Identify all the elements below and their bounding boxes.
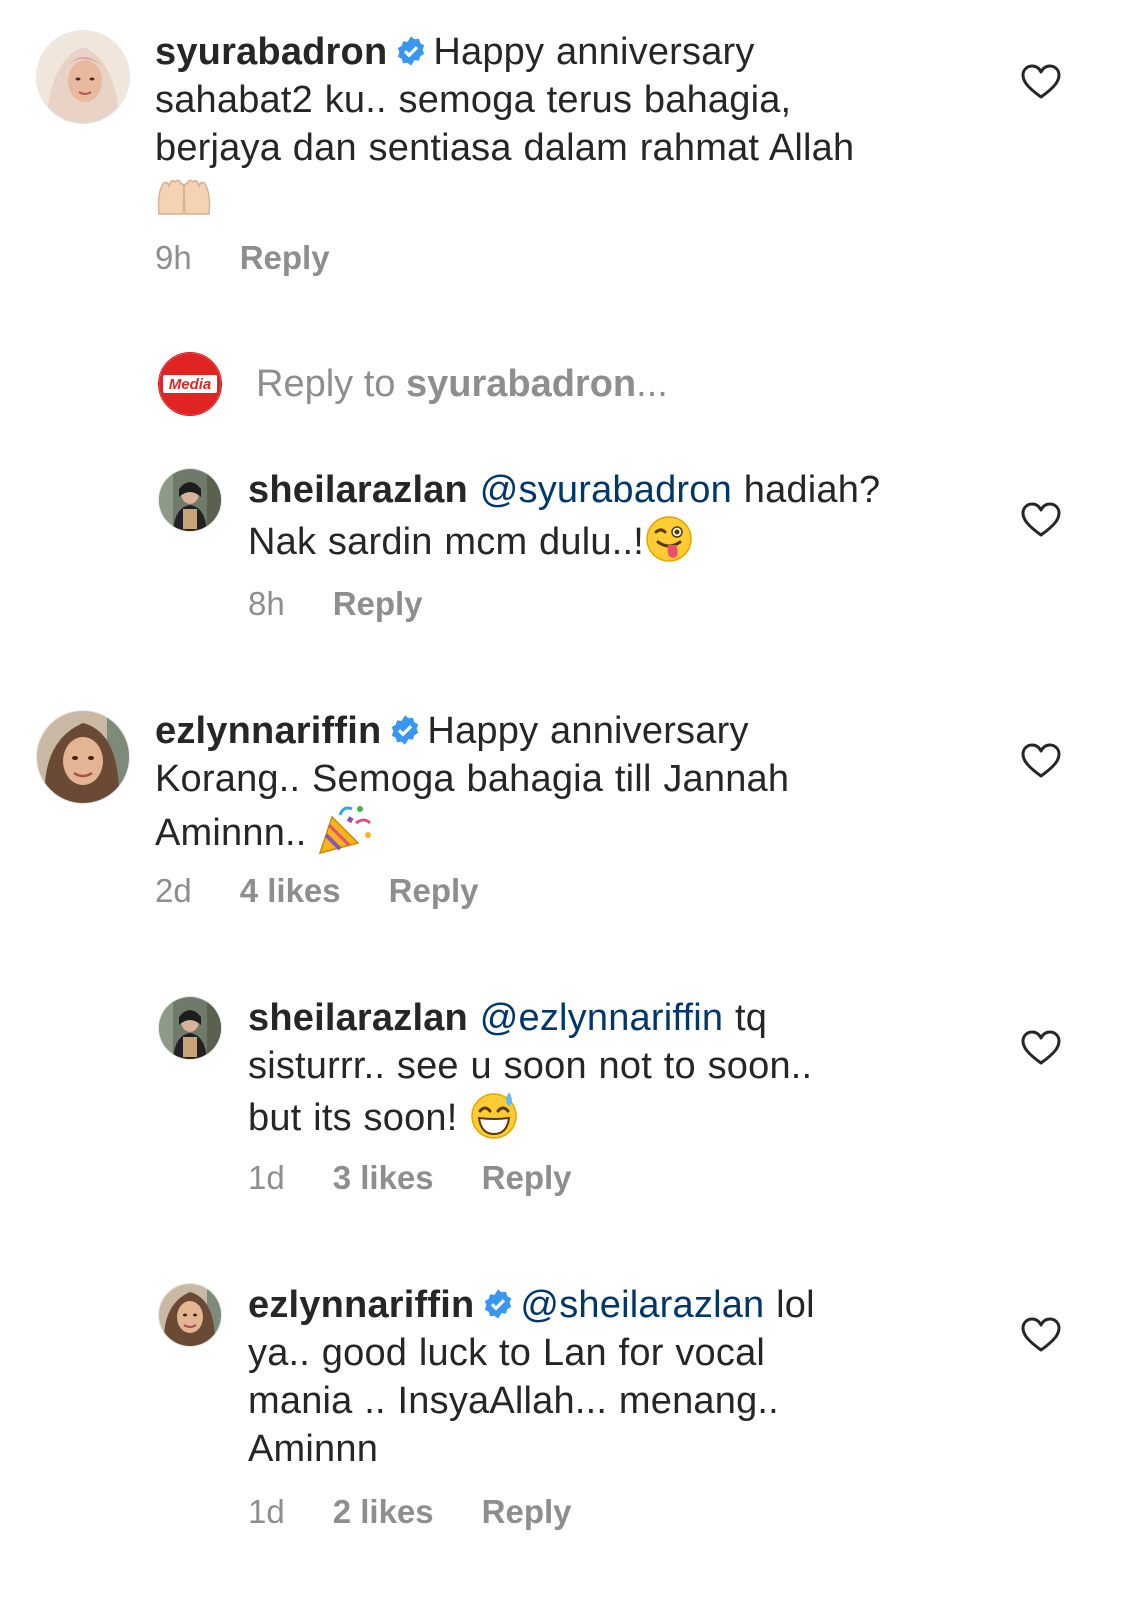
mention-link[interactable]: @sheilarazlan bbox=[520, 1284, 764, 1326]
comment-meta: 8h Reply bbox=[248, 584, 471, 624]
verified-badge-icon bbox=[485, 1289, 512, 1319]
grinning-sweat-emoji bbox=[471, 1092, 518, 1139]
winking-face-tongue-emoji bbox=[646, 516, 692, 562]
comment-time: 1d bbox=[248, 1159, 285, 1196]
comment-time: 9h bbox=[155, 239, 192, 276]
comment-text: sheilarazlan @syurabadron hadiah? Nak sa… bbox=[248, 466, 968, 566]
comment-line: berjaya dan sentiasa dalam rahmat Allah bbox=[155, 127, 855, 169]
comment-line: Aminnn bbox=[248, 1428, 379, 1470]
mention-link[interactable]: @ezlynnariffin bbox=[480, 997, 723, 1039]
verified-badge-icon bbox=[398, 36, 425, 66]
heart-outline-icon[interactable] bbox=[1021, 1030, 1061, 1066]
comment-meta: 1d 3 likes Reply bbox=[248, 1158, 620, 1198]
mention-link[interactable]: @syurabadron bbox=[480, 469, 732, 511]
avatar[interactable] bbox=[36, 710, 130, 804]
reply-placeholder[interactable]: Reply to syurabadron... bbox=[256, 360, 668, 408]
verified-badge-icon bbox=[392, 715, 419, 745]
comment-line: sisturrr.. see u soon not to soon.. bbox=[248, 1045, 813, 1087]
reply-input-row[interactable]: Media Reply to syurabadron... bbox=[0, 352, 1125, 420]
avatar[interactable] bbox=[158, 1283, 222, 1347]
comment-meta: 2d 4 likes Reply bbox=[155, 871, 527, 911]
heart-outline-icon[interactable] bbox=[1021, 743, 1061, 779]
avatar[interactable] bbox=[158, 468, 222, 532]
comment-time: 2d bbox=[155, 872, 192, 909]
comment-username[interactable]: sheilarazlan bbox=[248, 469, 468, 511]
comment-line: sahabat2 ku.. semoga terus bahagia, bbox=[155, 79, 792, 121]
comment-username[interactable]: ezlynnariffin bbox=[155, 710, 381, 752]
reply-button[interactable]: Reply bbox=[240, 238, 330, 278]
media-logo-text: Media bbox=[169, 376, 212, 393]
comment-line: lol bbox=[776, 1284, 815, 1326]
comment-text: ezlynnariffin Happy anniversary Korang.. … bbox=[155, 707, 975, 857]
comment-line: Aminnn.. bbox=[155, 812, 307, 854]
raising-hands-emoji bbox=[157, 179, 211, 215]
comment-line: mania .. InsyaAllah... menang.. bbox=[248, 1380, 779, 1422]
likes-count[interactable]: 3 likes bbox=[333, 1158, 434, 1198]
comment-time: 1d bbox=[248, 1493, 285, 1530]
comment-username[interactable]: ezlynnariffin bbox=[248, 1284, 474, 1326]
reply-button[interactable]: Reply bbox=[389, 871, 479, 911]
likes-count[interactable]: 4 likes bbox=[240, 871, 341, 911]
comment-line: but its soon! bbox=[248, 1097, 458, 1139]
avatar: Media bbox=[158, 352, 222, 416]
party-popper-emoji bbox=[319, 806, 372, 855]
heart-outline-icon[interactable] bbox=[1021, 1317, 1061, 1353]
heart-outline-icon[interactable] bbox=[1021, 502, 1061, 538]
comment-text: syurabadron Happy anniversary sahabat2 ku… bbox=[155, 28, 975, 220]
comment-text: sheilarazlan @ezlynnariffin tq sisturrr.… bbox=[248, 994, 968, 1142]
reply-button[interactable]: Reply bbox=[333, 584, 423, 624]
comment-username[interactable]: sheilarazlan bbox=[248, 997, 468, 1039]
reply-button[interactable]: Reply bbox=[482, 1492, 572, 1532]
comment-line: Happy anniversary bbox=[433, 31, 755, 73]
comment-line: Nak sardin mcm dulu..! bbox=[248, 521, 644, 563]
comment-line: Korang.. Semoga bahagia till Jannah bbox=[155, 758, 790, 800]
comment-line: tq bbox=[734, 997, 768, 1039]
comment-text: ezlynnariffin @sheilarazlan lol ya.. good… bbox=[248, 1281, 968, 1473]
avatar[interactable] bbox=[158, 996, 222, 1060]
comment-line: Happy anniversary bbox=[427, 710, 749, 752]
comment-line: ya.. good luck to Lan for vocal bbox=[248, 1332, 766, 1374]
heart-outline-icon[interactable] bbox=[1021, 64, 1061, 100]
likes-count[interactable]: 2 likes bbox=[333, 1492, 434, 1532]
comment-meta: 9h Reply bbox=[155, 238, 378, 278]
comment-meta: 1d 2 likes Reply bbox=[248, 1492, 620, 1532]
comment-time: 8h bbox=[248, 585, 285, 622]
reply-button[interactable]: Reply bbox=[482, 1158, 572, 1198]
comment-line: hadiah? bbox=[743, 469, 881, 511]
avatar[interactable] bbox=[36, 30, 130, 124]
comment-username[interactable]: syurabadron bbox=[155, 31, 387, 73]
